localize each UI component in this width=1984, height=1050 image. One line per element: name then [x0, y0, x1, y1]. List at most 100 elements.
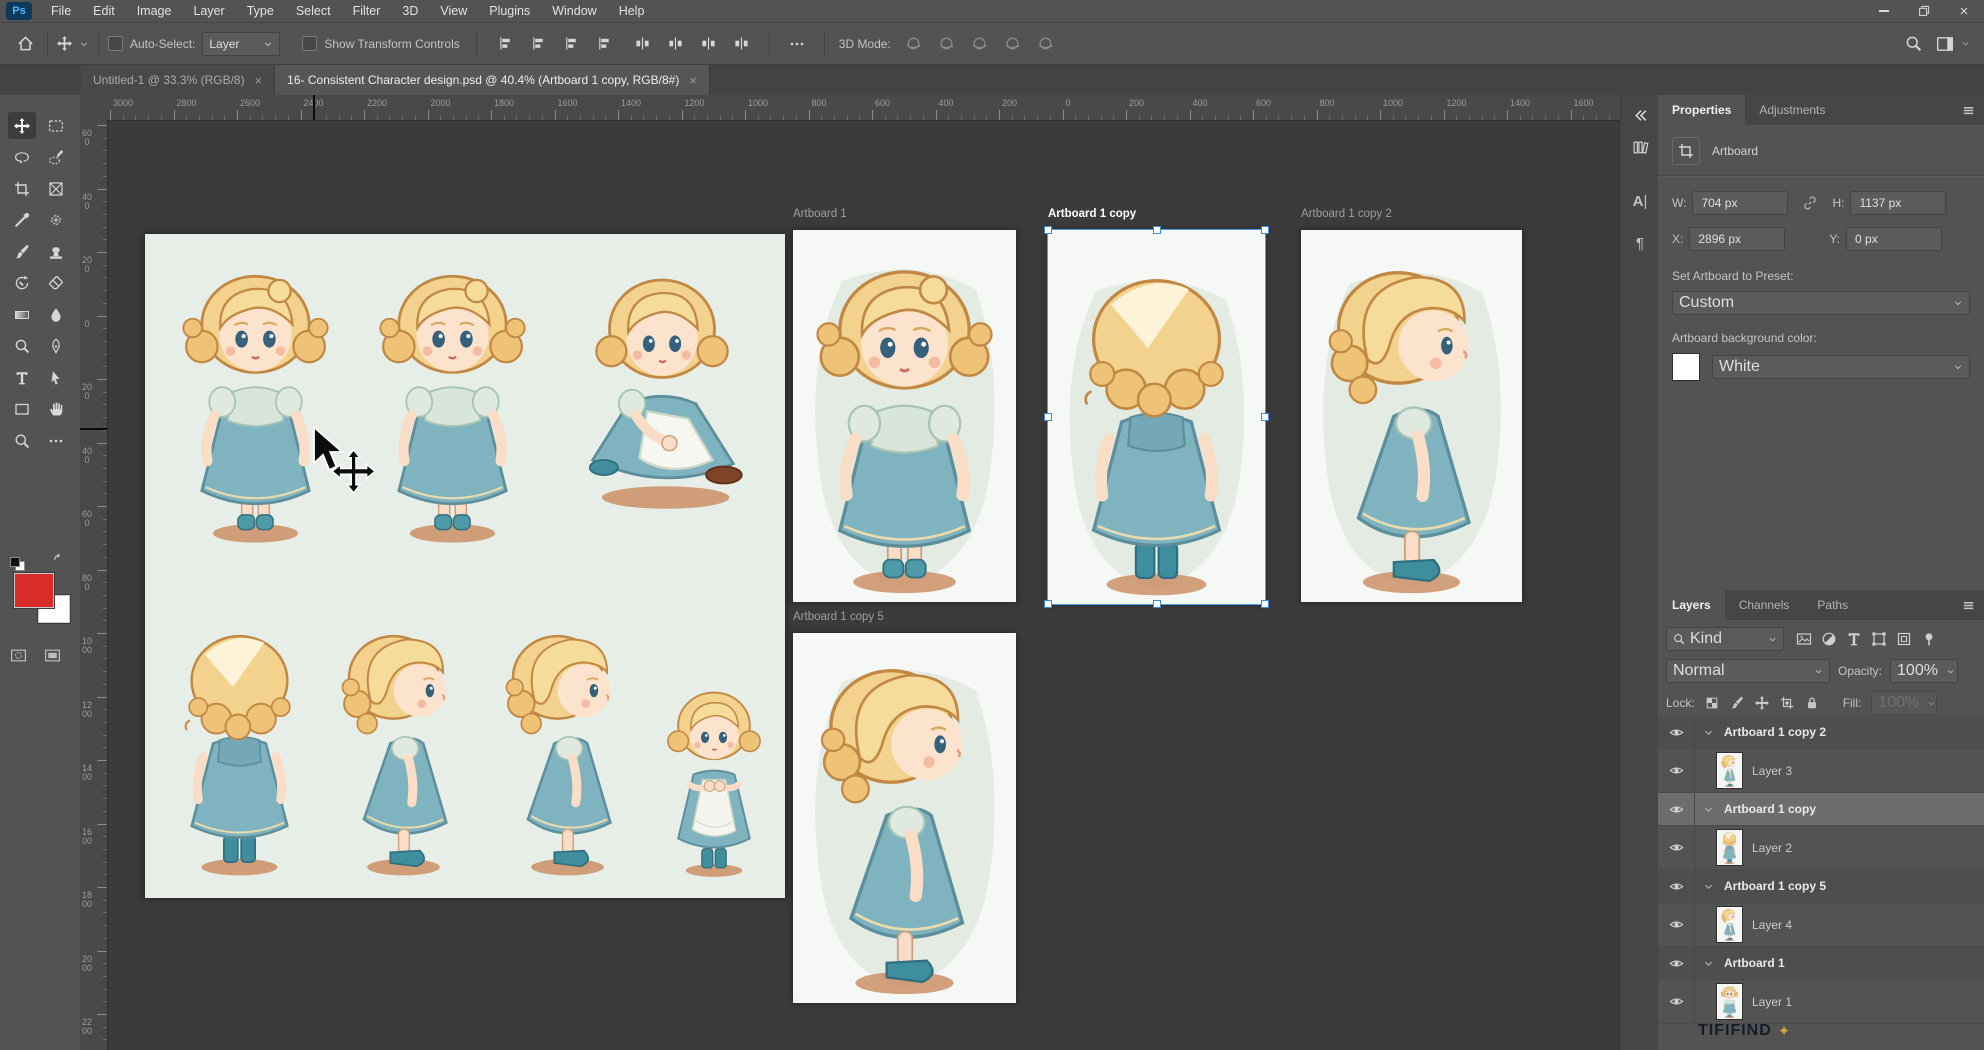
distribute-right-edges-button[interactable]: [696, 32, 722, 56]
filter-pin-icon[interactable]: [1921, 631, 1937, 647]
move-tool[interactable]: [8, 112, 36, 139]
filter-image-icon[interactable]: [1796, 631, 1812, 647]
artboard-bg-color-swatch[interactable]: [1672, 353, 1700, 381]
eyedropper-tool[interactable]: [8, 207, 36, 234]
visibility-toggle[interactable]: [1658, 903, 1695, 946]
hand-tool[interactable]: [42, 396, 70, 423]
paragraph-panel-icon[interactable]: ¶: [1628, 231, 1652, 255]
tab-paths[interactable]: Paths: [1803, 590, 1862, 620]
artboard-row[interactable]: Artboard 1 copy 5: [1658, 870, 1984, 903]
filter-type-icon[interactable]: [1846, 631, 1862, 647]
vertical-ruler[interactable]: 6004002000200400600800100012001400160018…: [80, 120, 108, 1050]
visibility-toggle[interactable]: [1658, 793, 1695, 825]
lock-pixels-icon[interactable]: [1730, 696, 1744, 710]
menu-help[interactable]: Help: [608, 0, 656, 22]
expand-collapse-icon[interactable]: [1703, 804, 1714, 815]
swap-colors-icon[interactable]: [52, 553, 66, 567]
quick-mask-icon[interactable]: [10, 647, 27, 664]
marquee-tool[interactable]: [42, 112, 70, 139]
close-tab-icon[interactable]: ×: [689, 73, 697, 88]
x-field[interactable]: 2896 px: [1689, 227, 1785, 251]
visibility-toggle[interactable]: [1658, 749, 1695, 792]
layer-name[interactable]: Layer 2: [1752, 841, 1792, 855]
screen-mode-icon[interactable]: [44, 647, 61, 664]
preset-dropdown[interactable]: Custom: [1672, 291, 1970, 315]
edit-toolbar-tool[interactable]: [42, 427, 70, 454]
blend-mode-dropdown[interactable]: Normal: [1666, 659, 1830, 683]
width-field[interactable]: 704 px: [1692, 191, 1788, 215]
lock-position-icon[interactable]: [1755, 696, 1769, 710]
layer-thumbnail[interactable]: [1717, 984, 1742, 1019]
visibility-toggle[interactable]: [1658, 826, 1695, 869]
search-icon[interactable]: [1905, 35, 1922, 52]
artboard-bg-dropdown[interactable]: White: [1712, 355, 1970, 379]
transform-handle[interactable]: [1044, 413, 1052, 421]
align-top-edges-button[interactable]: [592, 32, 618, 56]
artboard-label[interactable]: Artboard 1 copy 5: [793, 611, 884, 623]
layer-thumbnail[interactable]: [1717, 907, 1742, 942]
artboard-name[interactable]: Artboard 1 copy 5: [1724, 879, 1826, 893]
character-panel-icon[interactable]: A|: [1628, 189, 1652, 213]
menu-filter[interactable]: Filter: [342, 0, 392, 22]
lock-all-icon[interactable]: [1805, 696, 1819, 710]
pasteboard[interactable]: Artboard 1 Artboard 1 copy Artboard 1 co…: [107, 120, 1620, 1050]
tab-channels[interactable]: Channels: [1725, 590, 1804, 620]
visibility-toggle[interactable]: [1658, 947, 1695, 979]
visibility-toggle[interactable]: [1658, 980, 1695, 1023]
blur-tool[interactable]: [42, 301, 70, 328]
artboard[interactable]: [793, 633, 1016, 1003]
lock-transparent-icon[interactable]: [1705, 696, 1719, 710]
frame-tool[interactable]: [42, 175, 70, 202]
expand-collapse-icon[interactable]: [1703, 727, 1714, 738]
artboard-row[interactable]: Artboard 1: [1658, 947, 1984, 980]
layer-row[interactable]: Layer 3: [1658, 749, 1984, 793]
layer-thumbnail[interactable]: [1717, 753, 1742, 788]
3d-rotate-button[interactable]: [901, 32, 927, 56]
menu-3d[interactable]: 3D: [391, 0, 429, 22]
auto-select-checkbox[interactable]: [108, 36, 123, 51]
restore-button[interactable]: [1904, 0, 1944, 22]
transform-handle[interactable]: [1153, 226, 1161, 234]
menu-image[interactable]: Image: [126, 0, 183, 22]
menu-window[interactable]: Window: [541, 0, 607, 22]
transform-handle[interactable]: [1261, 600, 1269, 608]
expand-collapse-icon[interactable]: [1703, 958, 1714, 969]
align-right-edges-button[interactable]: [559, 32, 585, 56]
visibility-toggle[interactable]: [1658, 870, 1695, 902]
artboard-label[interactable]: Artboard 1: [793, 208, 847, 220]
document-tab-1[interactable]: Untitled-1 @ 33.3% (RGB/8) ×: [81, 65, 275, 95]
foreground-color-swatch[interactable]: [14, 573, 54, 608]
libraries-icon[interactable]: [1628, 135, 1652, 159]
lasso-tool[interactable]: [8, 144, 36, 171]
opacity-dropdown[interactable]: 100%: [1890, 659, 1958, 683]
transform-handle[interactable]: [1044, 600, 1052, 608]
eraser-tool[interactable]: [42, 270, 70, 297]
visibility-toggle[interactable]: [1658, 716, 1695, 748]
y-field[interactable]: 0 px: [1846, 227, 1942, 251]
object-selection-tool[interactable]: [42, 144, 70, 171]
close-tab-icon[interactable]: ×: [255, 73, 263, 88]
artboard-label[interactable]: Artboard 1 copy: [1048, 208, 1136, 220]
reference-image[interactable]: [145, 234, 785, 898]
menu-edit[interactable]: Edit: [82, 0, 126, 22]
layer-row[interactable]: Layer 4: [1658, 903, 1984, 947]
healing-brush-tool[interactable]: [42, 207, 70, 234]
auto-select-dropdown[interactable]: Layer: [202, 32, 280, 56]
brush-tool[interactable]: [8, 238, 36, 265]
type-tool[interactable]: [8, 364, 36, 391]
artboard-label[interactable]: Artboard 1 copy 2: [1301, 208, 1392, 220]
zoom-tool[interactable]: [8, 427, 36, 454]
canvas-area[interactable]: 3000280026002400220020001800160014001200…: [80, 95, 1620, 1050]
artboard-name[interactable]: Artboard 1 copy: [1724, 802, 1816, 816]
tab-adjustments[interactable]: Adjustments: [1745, 95, 1839, 125]
artboard-name[interactable]: Artboard 1 copy 2: [1724, 725, 1826, 739]
transform-handle[interactable]: [1261, 413, 1269, 421]
menu-type[interactable]: Type: [236, 0, 285, 22]
layer-name[interactable]: Layer 1: [1752, 995, 1792, 1009]
pen-tool[interactable]: [42, 333, 70, 360]
menu-view[interactable]: View: [429, 0, 478, 22]
expand-collapse-icon[interactable]: [1703, 881, 1714, 892]
gradient-tool[interactable]: [8, 301, 36, 328]
more-align-options-button[interactable]: [784, 32, 810, 56]
tab-layers[interactable]: Layers: [1658, 590, 1725, 620]
